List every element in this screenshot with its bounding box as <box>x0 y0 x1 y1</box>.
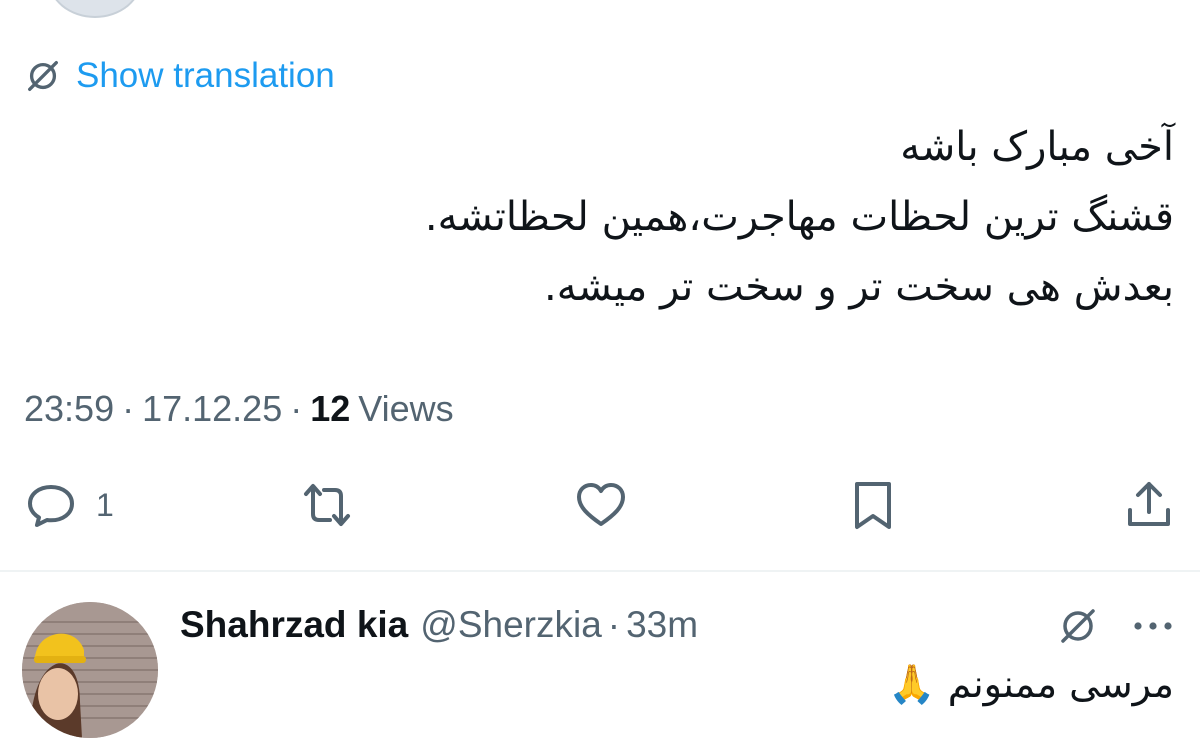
tweet-time[interactable]: 23:59 <box>24 388 114 430</box>
meta-separator: · <box>122 388 135 429</box>
tweet-line-3: بعدش هی سخت تر و سخت تر میشه. <box>544 264 1174 310</box>
translate-icon[interactable] <box>1056 604 1100 648</box>
share-button[interactable] <box>1122 478 1176 532</box>
tweet-meta: 23:59 · 17.12.25 · 12 Views <box>24 388 454 430</box>
reply-button[interactable]: 1 <box>24 478 114 532</box>
like-button[interactable] <box>574 478 628 532</box>
show-translation-link[interactable]: Show translation <box>76 56 335 96</box>
bookmark-button[interactable] <box>846 478 900 532</box>
tweet-line-1: آخی مبارک باشه <box>900 124 1174 170</box>
reply-time[interactable]: 33m <box>626 604 698 646</box>
more-icon[interactable] <box>1128 604 1178 648</box>
tweet-text: آخی مبارک باشه قشنگ ترین لحظات مهاجرت،هم… <box>174 112 1174 322</box>
previous-avatar-edge <box>48 0 142 18</box>
reply-icon <box>28 485 74 527</box>
reply-author-name[interactable]: Shahrzad kia <box>180 604 408 646</box>
retweet-button[interactable] <box>300 478 354 532</box>
reply-count: 1 <box>96 486 114 523</box>
tweet-divider <box>0 570 1200 572</box>
retweet-icon <box>304 484 350 526</box>
reply-header: Shahrzad kia @Sherzkia · 33m <box>180 600 698 650</box>
bookmark-icon <box>855 482 891 529</box>
show-translation-row[interactable]: Show translation <box>24 52 335 100</box>
translate-icon <box>28 61 58 91</box>
avatar-image <box>22 602 158 738</box>
tweet-line-2: قشنگ ترین لحظات مهاجرت،همین لحظاتشه. <box>424 194 1174 240</box>
meta-separator: · <box>290 388 303 429</box>
tweet-actions: 1 <box>0 478 1200 544</box>
reply-text: مرسی ممنونم 🙏 <box>888 662 1174 706</box>
like-icon <box>577 483 625 526</box>
share-icon <box>1128 482 1170 526</box>
reply-author-handle[interactable]: @Sherzkia <box>420 604 602 646</box>
avatar[interactable] <box>22 602 158 738</box>
views-count[interactable]: 12 <box>310 388 350 430</box>
reply-separator: · <box>607 604 621 645</box>
views-label[interactable]: Views <box>358 388 453 430</box>
tweet-date[interactable]: 17.12.25 <box>142 388 282 430</box>
